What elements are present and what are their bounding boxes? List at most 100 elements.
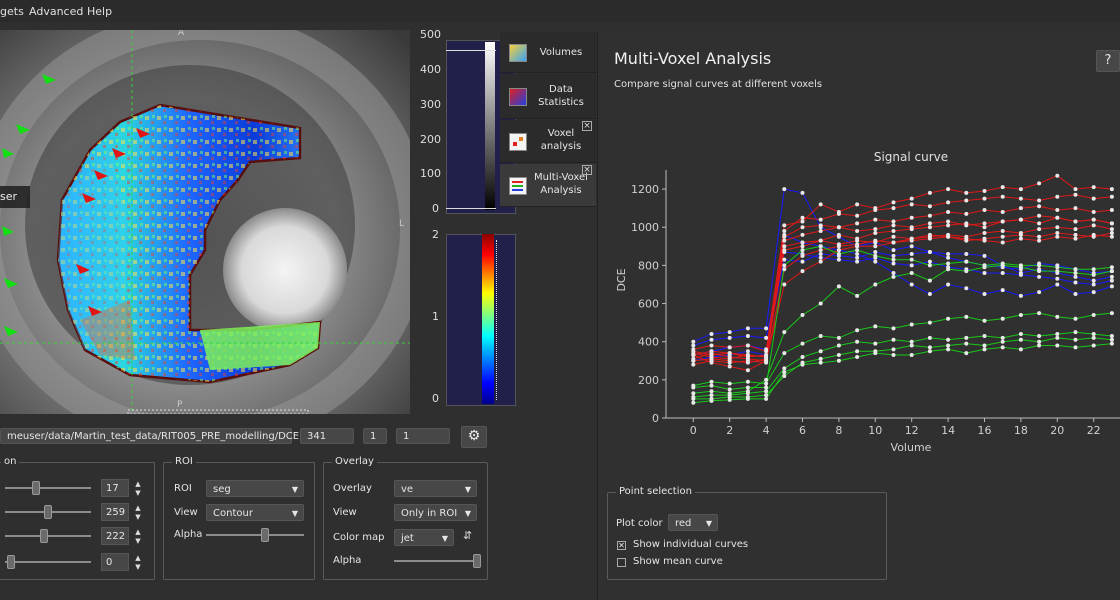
- data-point[interactable]: [727, 387, 732, 392]
- data-point[interactable]: [964, 259, 969, 264]
- data-point[interactable]: [982, 253, 987, 258]
- data-point[interactable]: [1091, 209, 1096, 214]
- data-point[interactable]: [891, 271, 896, 276]
- data-point[interactable]: [909, 353, 914, 358]
- data-point[interactable]: [855, 213, 860, 218]
- data-point[interactable]: [1000, 229, 1005, 234]
- data-point[interactable]: [891, 200, 896, 205]
- data-point[interactable]: [1073, 206, 1078, 211]
- data-point[interactable]: [818, 259, 823, 264]
- data-point[interactable]: [764, 385, 769, 390]
- data-point[interactable]: [691, 339, 696, 344]
- data-point[interactable]: [1000, 335, 1005, 340]
- data-point[interactable]: [1109, 311, 1114, 316]
- data-point[interactable]: [873, 282, 878, 287]
- data-point[interactable]: [836, 251, 841, 256]
- slider-handle[interactable]: [44, 505, 52, 519]
- data-point[interactable]: [982, 292, 987, 296]
- voxel-value-field[interactable]: 341: [300, 428, 354, 444]
- data-point[interactable]: [1073, 280, 1078, 285]
- data-point[interactable]: [818, 244, 823, 249]
- data-point[interactable]: [891, 257, 896, 262]
- data-point[interactable]: [1073, 232, 1078, 237]
- data-point[interactable]: [691, 391, 696, 396]
- data-point[interactable]: [1055, 276, 1060, 281]
- data-point[interactable]: [691, 349, 696, 354]
- data-point[interactable]: [873, 250, 878, 255]
- data-point[interactable]: [982, 347, 987, 352]
- data-point[interactable]: [891, 223, 896, 228]
- menu-help[interactable]: Help: [87, 5, 112, 18]
- data-point[interactable]: [873, 324, 878, 329]
- data-point[interactable]: [1037, 238, 1042, 243]
- data-point[interactable]: [1109, 269, 1114, 274]
- data-point[interactable]: [909, 322, 914, 327]
- data-point[interactable]: [855, 248, 860, 253]
- data-point[interactable]: [691, 358, 696, 363]
- data-point[interactable]: [709, 343, 714, 348]
- data-point[interactable]: [909, 251, 914, 256]
- data-point[interactable]: [782, 366, 787, 371]
- data-point[interactable]: [982, 236, 987, 241]
- data-point[interactable]: [927, 190, 932, 195]
- data-point[interactable]: [855, 229, 860, 234]
- data-point[interactable]: [691, 400, 696, 405]
- gear-icon[interactable]: ⚙: [461, 426, 487, 448]
- data-point[interactable]: [1109, 234, 1114, 239]
- data-point[interactable]: [1037, 204, 1042, 209]
- data-point[interactable]: [1073, 316, 1078, 321]
- slider-track[interactable]: [5, 561, 91, 563]
- data-point[interactable]: [946, 200, 951, 205]
- data-point[interactable]: [782, 257, 787, 262]
- data-point[interactable]: [1073, 330, 1078, 335]
- data-point[interactable]: [836, 353, 841, 358]
- data-point[interactable]: [909, 244, 914, 249]
- data-point[interactable]: [927, 232, 932, 237]
- data-point[interactable]: [1037, 311, 1042, 316]
- data-point[interactable]: [818, 223, 823, 228]
- data-point[interactable]: [982, 271, 987, 276]
- data-point[interactable]: [1109, 278, 1114, 283]
- data-point[interactable]: [727, 335, 732, 340]
- data-point[interactable]: [800, 225, 805, 230]
- data-point[interactable]: [782, 370, 787, 375]
- data-point[interactable]: [1091, 267, 1096, 272]
- image-viewer[interactable]: A P L ser: [0, 30, 410, 414]
- data-point[interactable]: [964, 335, 969, 340]
- data-point[interactable]: [836, 343, 841, 348]
- data-point[interactable]: [946, 255, 951, 260]
- tab-voxel-analysis[interactable]: Voxel analysis ×: [500, 120, 596, 163]
- data-point[interactable]: [782, 234, 787, 239]
- data-point[interactable]: [927, 292, 932, 296]
- overlay-alpha-handle[interactable]: [473, 554, 481, 568]
- data-point[interactable]: [927, 259, 932, 264]
- data-point[interactable]: [818, 333, 823, 338]
- data-point[interactable]: [800, 354, 805, 359]
- data-point[interactable]: [1109, 221, 1114, 226]
- data-point[interactable]: [946, 209, 951, 214]
- data-point[interactable]: [1091, 282, 1096, 287]
- data-point[interactable]: [1037, 227, 1042, 232]
- data-point[interactable]: [727, 360, 732, 365]
- data-point[interactable]: [891, 248, 896, 253]
- data-point[interactable]: [745, 385, 750, 390]
- data-point[interactable]: [764, 326, 769, 331]
- data-point[interactable]: [1037, 263, 1042, 268]
- data-point[interactable]: [764, 353, 769, 358]
- data-point[interactable]: [727, 364, 732, 369]
- data-point[interactable]: [764, 396, 769, 401]
- data-point[interactable]: [691, 343, 696, 348]
- data-point[interactable]: [964, 351, 969, 356]
- data-point[interactable]: [1109, 274, 1114, 279]
- data-point[interactable]: [855, 255, 860, 260]
- data-point[interactable]: [855, 251, 860, 256]
- data-point[interactable]: [1073, 219, 1078, 224]
- data-point[interactable]: [1018, 236, 1023, 241]
- data-point[interactable]: [1073, 292, 1078, 296]
- data-point[interactable]: [1073, 345, 1078, 350]
- data-point[interactable]: [1073, 271, 1078, 276]
- data-point[interactable]: [800, 219, 805, 224]
- data-point[interactable]: [1055, 173, 1060, 178]
- data-point[interactable]: [982, 208, 987, 213]
- data-point[interactable]: [1018, 187, 1023, 192]
